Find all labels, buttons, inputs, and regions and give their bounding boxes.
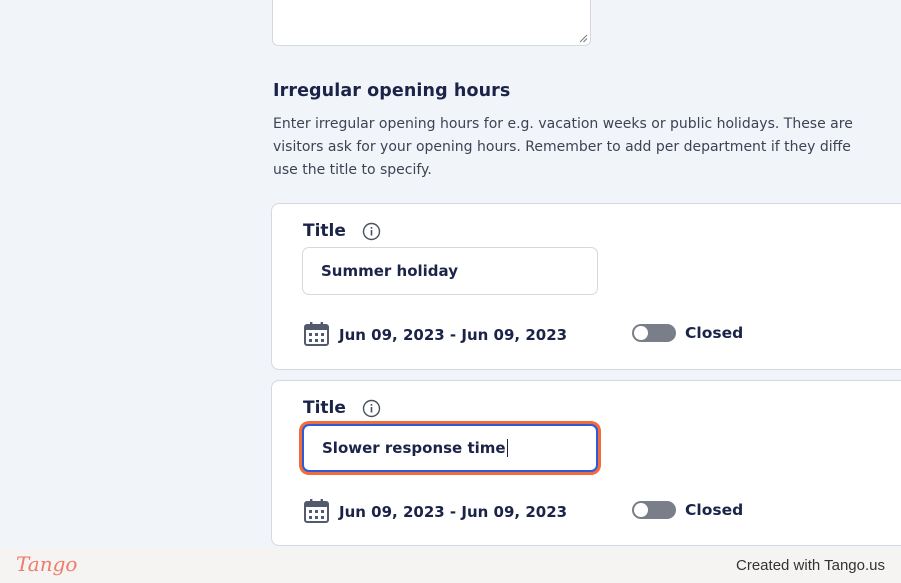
toggle-knob <box>634 503 648 517</box>
section-title: Irregular opening hours <box>273 81 511 101</box>
section-description: Enter irregular opening hours for e.g. v… <box>273 116 853 178</box>
closed-toggle-group: Closed <box>632 324 743 342</box>
title-input-value: Summer holiday <box>321 262 458 280</box>
title-input-value: Slower response time <box>322 439 506 457</box>
date-range-picker[interactable]: Jun 09, 2023 - Jun 09, 2023 <box>303 321 567 348</box>
calendar-icon <box>304 322 329 346</box>
created-with-text: Created with Tango.us <box>736 557 885 574</box>
notes-textarea[interactable] <box>272 0 591 46</box>
info-icon[interactable] <box>362 222 381 241</box>
tango-logo: Tango <box>16 552 78 576</box>
text-caret <box>506 439 508 457</box>
date-range-picker[interactable]: Jun 09, 2023 - Jun 09, 2023 <box>303 498 567 525</box>
settings-panel: Irregular opening hours Enter irregular … <box>0 0 901 548</box>
title-input-focused[interactable]: Slower response time <box>302 424 598 472</box>
irregular-hours-card: Title Slower response time Jun 09, 2023 … <box>271 380 901 546</box>
title-input[interactable]: Summer holiday <box>302 247 598 295</box>
resize-grip-icon[interactable] <box>579 34 588 43</box>
closed-toggle[interactable] <box>632 501 676 519</box>
closed-toggle[interactable] <box>632 324 676 342</box>
info-icon[interactable] <box>362 399 381 418</box>
irregular-hours-card: Title Summer holiday Jun 09, 2023 - Jun … <box>271 203 901 370</box>
date-range-text: Jun 09, 2023 - Jun 09, 2023 <box>339 325 568 344</box>
toggle-knob <box>634 326 648 340</box>
date-range-text: Jun 09, 2023 - Jun 09, 2023 <box>339 502 568 521</box>
tango-footer: Tango Created with Tango.us <box>0 548 901 583</box>
closed-label: Closed <box>685 324 744 342</box>
title-label: Title <box>303 221 346 241</box>
calendar-icon <box>304 499 329 523</box>
closed-toggle-group: Closed <box>632 501 743 519</box>
title-label: Title <box>303 398 346 418</box>
closed-label: Closed <box>685 501 744 519</box>
